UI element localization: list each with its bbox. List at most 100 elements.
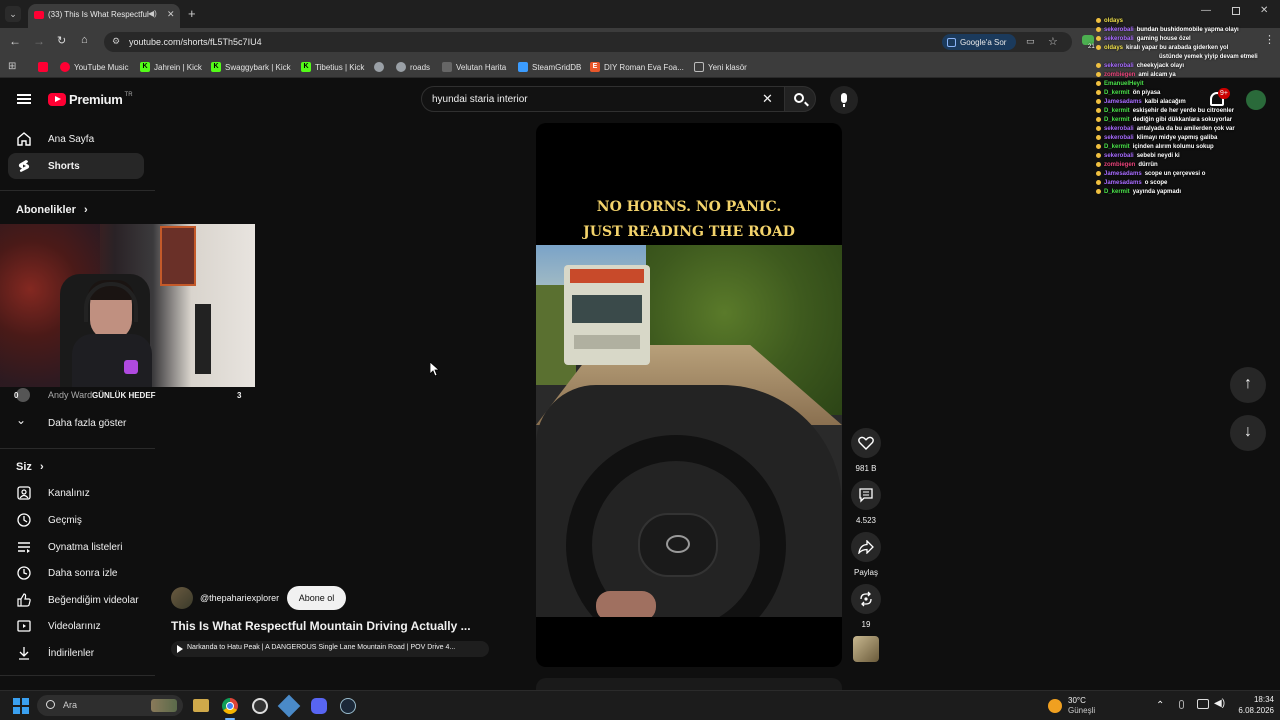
discord-icon[interactable] (311, 698, 327, 714)
clock-time: 18:34 (1253, 695, 1274, 704)
chrome-icon[interactable] (222, 698, 238, 714)
obs-icon[interactable] (252, 698, 268, 714)
window-close-button[interactable]: ✕ (1260, 5, 1268, 16)
share-button[interactable] (851, 532, 881, 562)
sidebar-item-downloads[interactable]: İndirilenler (8, 640, 144, 666)
bookmark-item[interactable]: Yeni klasör (694, 60, 747, 74)
chat-badge-icon (1096, 27, 1101, 32)
subscribe-button[interactable]: Abone ol (287, 586, 346, 610)
remix-button[interactable] (851, 584, 881, 614)
bookmark-item[interactable]: SteamGridDB (518, 60, 581, 74)
account-avatar[interactable] (1246, 90, 1266, 110)
shorts-icon (16, 158, 32, 174)
tray-overflow-icon[interactable]: ⌃ (1156, 700, 1164, 711)
minimize-button[interactable]: — (1201, 5, 1211, 16)
forward-icon[interactable]: → (33, 34, 45, 48)
chat-badge-icon (1096, 36, 1101, 41)
home-browser-icon[interactable]: ⌂ (81, 34, 88, 46)
chat-badge-icon (1096, 99, 1101, 104)
sidebar-item-shorts[interactable]: Shorts (8, 153, 144, 179)
cast-icon[interactable]: ▭ (1026, 36, 1035, 47)
network-icon[interactable] (1197, 699, 1209, 709)
volume-icon[interactable]: ◀) (1214, 698, 1225, 709)
back-icon[interactable]: ← (9, 34, 21, 48)
comments-button[interactable] (851, 480, 881, 510)
next-short-button[interactable]: ↓ (1230, 415, 1266, 451)
chat-message: oldays (1096, 16, 1126, 25)
bookmark-item[interactable] (38, 60, 48, 74)
bookmark-item[interactable]: K Swaggybark | Kick (211, 60, 291, 74)
new-tab-button[interactable]: + (188, 6, 196, 21)
chat-username: sekerobali (1104, 134, 1134, 141)
you-header[interactable]: Siz › (16, 461, 44, 473)
sidebar-item-history[interactable]: Geçmiş (8, 507, 144, 533)
bookmark-item[interactable]: Velutan Harita (442, 60, 506, 74)
voice-search-button[interactable] (830, 86, 858, 114)
youtube-logo[interactable]: Premium TR (48, 92, 133, 107)
bookmark-label: YouTube Music (74, 62, 129, 72)
sidebar-item-your-videos[interactable]: Videolarınız (8, 613, 144, 639)
chat-badge-icon (1096, 189, 1101, 194)
more-menu-icon[interactable]: ⋮ (1264, 33, 1275, 46)
search-box[interactable]: hyundai staria interior ✕ (421, 86, 787, 112)
weather-widget[interactable]: 30°C Güneşli (1046, 695, 1116, 717)
like-button[interactable] (851, 428, 881, 458)
chat-text: bundan bushidomobile yapma olayı (1136, 26, 1239, 33)
microphone-tray-icon[interactable] (1179, 700, 1184, 709)
bookmark-label: Jahrein | Kick (154, 62, 202, 72)
speaker-icon[interactable]: ◀) (148, 9, 157, 18)
sidebar-item-your-channel[interactable]: Kanalınız (8, 480, 144, 506)
apps-grid-icon[interactable]: ⊞ (8, 61, 16, 72)
windows-start-icon[interactable] (13, 698, 29, 714)
bookmark-item[interactable]: K Jahrein | Kick (140, 60, 202, 74)
bookmark-item[interactable]: K Tibetius | Kick (301, 60, 364, 74)
subscriptions-label: Abonelikler (16, 204, 76, 216)
subscriptions-header[interactable]: Abonelikler › (16, 204, 88, 216)
search-button[interactable] (784, 86, 816, 112)
sidebar-item-watch-later[interactable]: Daha sonra izle (8, 560, 144, 586)
menu-icon[interactable] (17, 94, 31, 104)
sound-thumbnail[interactable] (853, 636, 879, 662)
active-tab[interactable]: (33) This Is What Respectful ◀) ✕ (28, 4, 180, 28)
bookmark-item[interactable]: roads (396, 60, 430, 74)
related-video-chip[interactable]: Narkanda to Hatu Peak | A DANGEROUS Sing… (171, 641, 489, 657)
previous-short-button[interactable]: ↑ (1230, 367, 1266, 403)
tab-close-icon[interactable]: ✕ (167, 9, 175, 20)
chat-text: ön piyasa (1132, 89, 1161, 96)
channel-avatar[interactable] (171, 587, 193, 609)
chat-text: dediğin gibi dükkanlara sokuyorlar (1132, 116, 1233, 123)
chat-badge-icon (1096, 117, 1101, 122)
search-input[interactable]: hyundai staria interior (432, 94, 528, 105)
bookmark-item[interactable] (374, 60, 384, 74)
app-icon[interactable] (277, 694, 301, 718)
taskbar-search-box[interactable]: Ara (37, 695, 183, 716)
site-info-icon[interactable]: ⚙ (112, 36, 120, 47)
chat-username: Jamesadams (1104, 170, 1142, 177)
google-ask-button[interactable]: Google'a Sor (942, 34, 1016, 50)
sidebar-item-label: Beğendiğim videolar (48, 594, 139, 606)
bookmark-item[interactable]: YouTube Music (60, 60, 129, 74)
tab-search-button[interactable]: ⌄ (5, 6, 21, 22)
bookmark-item[interactable]: E DIY Roman Eva Foa... (590, 60, 684, 74)
channel-handle[interactable]: @thepahariexplorer (200, 593, 279, 603)
reload-icon[interactable]: ↻ (57, 34, 66, 47)
video-frame (536, 245, 842, 617)
clear-search-icon[interactable]: ✕ (762, 91, 773, 107)
sidebar-item-liked-videos[interactable]: Beğendiğim videolar (8, 587, 144, 613)
file-explorer-icon[interactable] (193, 699, 209, 712)
sidebar-item-playlists[interactable]: Oynatma listeleri (8, 534, 144, 560)
short-title[interactable]: This Is What Respectful Mountain Driving… (171, 619, 471, 633)
steamgriddb-icon (518, 62, 528, 72)
restore-button[interactable] (1232, 7, 1240, 15)
goal-label: GÜNLÜK HEDEF (92, 391, 156, 400)
sidebar-item-home[interactable]: Ana Sayfa (8, 126, 144, 152)
share-label: Paylaş (853, 568, 878, 577)
bookmark-star-icon[interactable]: ☆ (1048, 35, 1058, 48)
short-video-player[interactable]: NO HORNS. NO PANIC. JUST READING THE ROA… (536, 123, 842, 667)
youtube-page: Premium TR hyundai staria interior ✕ Ana… (0, 78, 1280, 690)
desk-lamp (195, 304, 211, 374)
show-more-button[interactable]: ⌄ Daha fazla göster (8, 410, 144, 436)
address-bar[interactable]: ⚙ youtube.com/shorts/fL5Th5c7IU4 Google'… (104, 32, 1072, 52)
steam-icon[interactable] (340, 698, 356, 714)
clock[interactable]: 18:34 6.08.2026 (1232, 695, 1274, 715)
